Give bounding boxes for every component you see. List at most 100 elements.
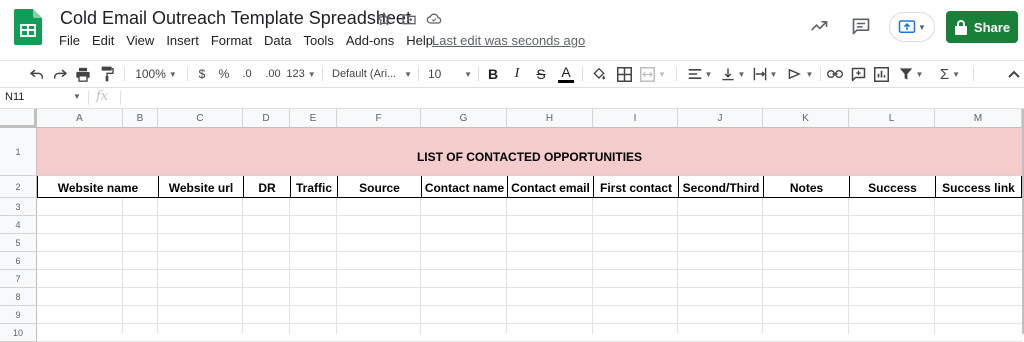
text-color-button[interactable]: A <box>558 64 574 84</box>
column-header-i[interactable]: I <box>593 109 678 128</box>
vertical-align-icon[interactable]: ▼ <box>719 64 747 84</box>
cloud-saved-icon[interactable] <box>425 10 443 28</box>
undo-icon[interactable] <box>28 64 46 84</box>
header-cell[interactable]: Source <box>337 176 421 198</box>
filter-icon[interactable]: ▼ <box>896 64 926 84</box>
spreadsheet-grid[interactable]: LIST OF CONTACTED OPPORTUNITIES ABCDEFGH… <box>0 109 1024 342</box>
column-header-a[interactable]: A <box>37 109 123 128</box>
header-cell[interactable]: Notes <box>763 176 849 198</box>
share-label: Share <box>973 19 1011 35</box>
row-header-9[interactable]: 9 <box>0 306 37 324</box>
fill-color-icon[interactable] <box>590 64 608 84</box>
row-header-7[interactable]: 7 <box>0 270 37 288</box>
header-cell[interactable]: Website url <box>158 176 243 198</box>
paint-format-icon[interactable] <box>98 64 116 84</box>
percent-format-button[interactable]: % <box>217 64 231 84</box>
formula-input[interactable] <box>124 89 1020 107</box>
insert-comment-icon[interactable] <box>849 64 867 84</box>
font-size-select[interactable]: 10 ▼ <box>428 64 472 84</box>
last-edit-link[interactable]: Last edit was seconds ago <box>432 33 585 48</box>
column-header-h[interactable]: H <box>507 109 593 128</box>
header-cell[interactable]: Second/Third <box>678 176 763 198</box>
horizontal-align-icon[interactable]: ▼ <box>686 64 714 84</box>
document-title[interactable]: Cold Email Outreach Template Spreadsheet <box>60 8 411 29</box>
borders-icon[interactable] <box>615 64 633 84</box>
menu-tools[interactable]: Tools <box>297 33 339 51</box>
more-formats-select[interactable]: 123 ▼ <box>286 64 316 84</box>
header-cell[interactable]: Traffic <box>290 176 337 198</box>
menu-view[interactable]: View <box>120 33 160 51</box>
row-header-3[interactable]: 3 <box>0 198 37 216</box>
chevron-down-icon[interactable]: ▼ <box>73 92 81 101</box>
bold-button[interactable]: B <box>486 64 500 84</box>
present-button[interactable]: ▼ <box>889 12 935 42</box>
column-header-f[interactable]: F <box>337 109 421 128</box>
title-banner-cell[interactable]: LIST OF CONTACTED OPPORTUNITIES <box>37 128 1022 176</box>
column-header-d[interactable]: D <box>243 109 290 128</box>
column-header-j[interactable]: J <box>678 109 763 128</box>
increase-decimal-button[interactable]: .00 <box>262 64 284 84</box>
gridline <box>242 198 243 334</box>
menu-file[interactable]: File <box>53 33 86 51</box>
formula-bar: N11 ▼ fx <box>0 88 1024 109</box>
row-header-10[interactable]: 10 <box>0 324 37 342</box>
select-all-corner[interactable] <box>0 109 37 128</box>
column-header-b[interactable]: B <box>123 109 158 128</box>
row-header-1[interactable]: 1 <box>0 128 37 176</box>
font-select[interactable]: Default (Ari... ▼ <box>332 64 412 84</box>
header-cell[interactable]: Success <box>849 176 935 198</box>
column-header-l[interactable]: L <box>849 109 935 128</box>
share-button[interactable]: Share <box>946 11 1018 43</box>
gridline <box>289 198 290 334</box>
gridline <box>157 198 158 334</box>
menu-addons[interactable]: Add-ons <box>340 33 400 51</box>
row-header-4[interactable]: 4 <box>0 216 37 234</box>
menu-edit[interactable]: Edit <box>86 33 120 51</box>
chevron-down-icon: ▼ <box>704 69 713 79</box>
header-cell[interactable]: Success link <box>935 176 1022 198</box>
text-wrapping-icon[interactable]: ▼ <box>751 64 779 84</box>
header-cell[interactable]: Contact email <box>507 176 593 198</box>
header-cell[interactable]: DR <box>243 176 290 198</box>
row-header-5[interactable]: 5 <box>0 234 37 252</box>
column-header-k[interactable]: K <box>763 109 849 128</box>
header-cell[interactable]: First contact <box>593 176 678 198</box>
column-header-g[interactable]: G <box>421 109 507 128</box>
gridline <box>37 251 1022 252</box>
decrease-decimal-button[interactable]: .0 <box>238 64 256 84</box>
row-header-2[interactable]: 2 <box>0 176 37 198</box>
italic-button[interactable]: I <box>510 64 524 84</box>
currency-format-button[interactable]: $ <box>195 64 209 84</box>
menu-insert[interactable]: Insert <box>160 33 205 51</box>
menu-format[interactable]: Format <box>205 33 258 51</box>
print-icon[interactable] <box>74 64 92 84</box>
zoom-select[interactable]: 100% ▼ <box>131 64 181 84</box>
column-header-e[interactable]: E <box>290 109 337 128</box>
star-icon[interactable] <box>375 10 393 28</box>
merge-cells-icon[interactable]: ▼ <box>640 64 666 84</box>
header-cell[interactable]: Website name <box>37 176 158 198</box>
activity-trend-icon[interactable] <box>807 14 831 38</box>
insert-chart-icon[interactable] <box>872 64 890 84</box>
strikethrough-button[interactable]: S <box>534 64 548 84</box>
header-cell[interactable]: Contact name <box>421 176 507 198</box>
redo-icon[interactable] <box>51 64 69 84</box>
collapse-toolbar-icon[interactable] <box>1006 64 1022 84</box>
gridline <box>592 198 593 334</box>
column-header-m[interactable]: M <box>935 109 1022 128</box>
row-header-8[interactable]: 8 <box>0 288 37 306</box>
sheets-logo-icon[interactable] <box>14 9 42 45</box>
column-header-c[interactable]: C <box>158 109 243 128</box>
insert-link-icon[interactable] <box>826 64 844 84</box>
gridline <box>37 233 1022 234</box>
gridline <box>848 198 849 334</box>
gridline <box>506 198 507 334</box>
comments-icon[interactable] <box>849 14 873 38</box>
move-folder-icon[interactable] <box>400 10 418 28</box>
name-box[interactable]: N11 <box>5 91 24 103</box>
row-header-6[interactable]: 6 <box>0 252 37 270</box>
functions-icon[interactable]: Σ ▼ <box>936 64 964 84</box>
menu-data[interactable]: Data <box>258 33 297 51</box>
text-rotation-icon[interactable]: ▼ <box>785 64 815 84</box>
toolbar: 100% ▼ $ % .0 .00 123 ▼ Default (Ari... ▼ 1… <box>0 60 1024 88</box>
